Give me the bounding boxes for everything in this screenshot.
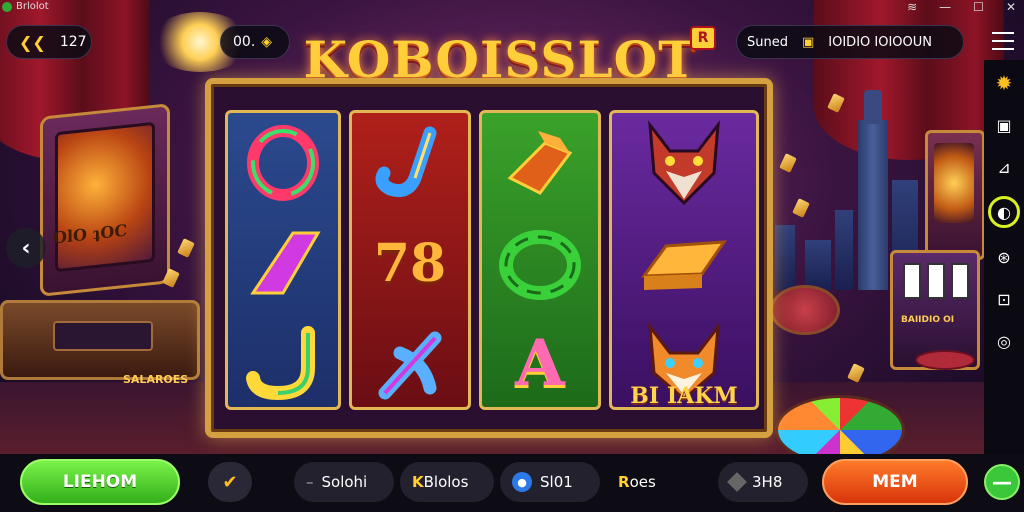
slot-reel-frame: 78 A BI IAKM (205, 78, 773, 438)
check-icon: ✔ (222, 471, 238, 493)
floating-coin (779, 153, 797, 173)
mini-reel (927, 263, 945, 299)
building (775, 225, 795, 290)
j-script-symbol (352, 113, 468, 213)
gold-bar-symbol (612, 213, 756, 313)
saved-value: IOIDIO IOIOOUN (828, 34, 932, 50)
back-counter-value: 127 (59, 34, 87, 50)
back-counter-pill[interactable]: ❮❮ 127 (6, 25, 92, 59)
j-glyph-symbol (228, 313, 338, 407)
diamond-icon (727, 472, 747, 492)
left-console: SALAROES (0, 300, 200, 386)
minimize-icon[interactable]: — (939, 0, 951, 14)
reel-red: 78 (349, 110, 471, 410)
wolf-head-symbol (612, 113, 756, 213)
right-arcade-cabinet (925, 130, 985, 260)
o-glyph-symbol (228, 113, 338, 213)
saved-label: Suned (747, 34, 788, 50)
coin-icon: ◈ (261, 34, 273, 50)
coin-balance-pill[interactable]: 00. ◈ (220, 25, 290, 59)
k-glyph-symbol (352, 313, 468, 407)
floating-coin (177, 238, 195, 258)
coin-balance-value: 00. (233, 34, 256, 50)
check-button[interactable]: ✔ (208, 462, 252, 502)
boes-prefix: R (618, 473, 630, 491)
window-title-text: Brlolot (16, 1, 49, 12)
left-arcade-cabinet: OlO ʇOC (40, 103, 170, 297)
console-label: SALAROES (123, 373, 189, 386)
menu-icon[interactable] (992, 32, 1014, 50)
action-button[interactable]: MEM (822, 459, 968, 505)
solol-label: Solohi (321, 473, 368, 491)
reel-blue (225, 110, 341, 410)
casino-table (770, 285, 840, 335)
saved-status-pill[interactable]: Suned ▣ IOIDIO IOIOOUN (736, 25, 964, 59)
cast-icon[interactable]: ⊿ (991, 154, 1017, 180)
right-slot-label: BAIIDIO OI (901, 315, 955, 325)
ticket-icon: ▣ (801, 34, 815, 50)
sl01-pill[interactable]: ● Sl01 (500, 462, 600, 502)
blolos-prefix: K (412, 473, 424, 491)
registered-badge: R (690, 26, 716, 50)
close-icon[interactable]: ✕ (1006, 0, 1016, 14)
gold-bar-symbol (482, 113, 598, 213)
sl01-label: Sl01 (540, 473, 573, 491)
scan-icon[interactable]: ⊡ (991, 286, 1017, 312)
number-78-symbol: 78 (373, 232, 447, 294)
solol-pill[interactable]: – Solohi (294, 462, 394, 502)
floating-coin (792, 198, 810, 218)
minus-button[interactable]: — (984, 464, 1020, 500)
settings-dial-icon[interactable]: ⊛ (991, 244, 1017, 270)
left-cabinet-screen (55, 121, 155, 273)
console-panel (53, 321, 153, 351)
dash-icon: – (306, 473, 314, 491)
window-controls: ≋ — ☐ ✕ (907, 0, 1016, 14)
letter-a-symbol: A (515, 325, 565, 401)
screen-icon[interactable]: ▣ (991, 112, 1017, 138)
blolos-label: Blolos (423, 473, 469, 491)
right-sidebar: ✹ ▣ ⊿ ◐ ⊛ ⊡ ◎ (984, 60, 1024, 460)
city-tower (858, 90, 888, 290)
boes-label: oes (629, 473, 656, 491)
play-button[interactable]: LIEHOM (20, 459, 180, 505)
reel-green: A (479, 110, 601, 410)
target-icon[interactable]: ◎ (991, 328, 1017, 354)
blolos-pill[interactable]: K Blolos (400, 462, 494, 502)
reel-purple: BI IAKM (609, 110, 759, 410)
info-icon: ● (512, 472, 532, 492)
building (805, 240, 831, 290)
previous-arrow-button[interactable]: ‹ (6, 228, 46, 268)
window-title: Brlolot (2, 1, 49, 12)
app-icon (2, 1, 12, 12)
right-cabinet-screen (934, 143, 974, 223)
slash-glyph-symbol (228, 213, 338, 313)
floating-coin (847, 363, 865, 383)
bonus-banner-text: BI IAKM (630, 383, 738, 409)
boes-pill[interactable]: R oes (606, 462, 702, 502)
mini-reel (903, 263, 921, 299)
green-coil-symbol (482, 213, 598, 313)
building (835, 210, 853, 290)
3h8-pill[interactable]: 3H8 (718, 462, 808, 502)
maximize-icon[interactable]: ☐ (973, 0, 984, 14)
bar-stool (915, 350, 975, 370)
gear-icon[interactable]: ✹ (991, 70, 1017, 96)
back-chevrons-icon: ❮❮ (19, 32, 46, 52)
mini-reel (951, 263, 969, 299)
wifi-icon: ≋ (907, 0, 918, 14)
record-icon[interactable]: ◐ (988, 196, 1020, 228)
3h8-label: 3H8 (752, 473, 783, 491)
